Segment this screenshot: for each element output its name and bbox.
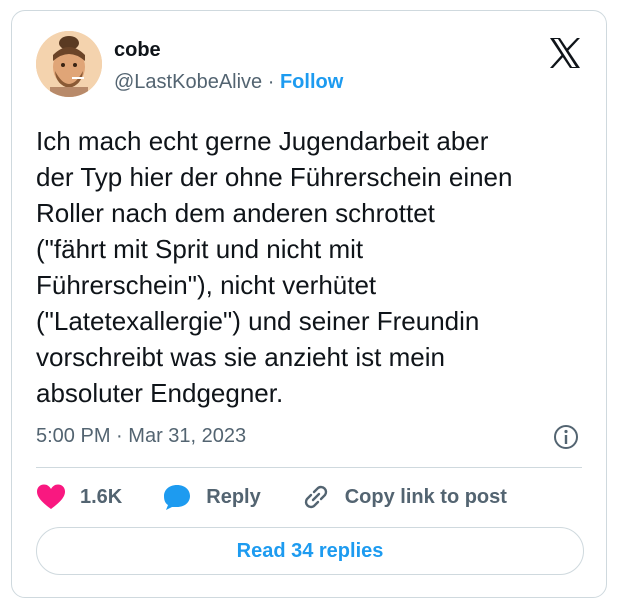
follow-button[interactable]: Follow	[280, 71, 343, 93]
action-bar: 1.6K Reply Copy link to post	[36, 481, 596, 513]
speech-bubble-icon	[164, 485, 191, 510]
tweet-card: cobe @LastKobeAlive · Follow Ich mach ec…	[11, 10, 607, 598]
avatar-image	[36, 31, 102, 97]
reply-label: Reply	[206, 485, 261, 508]
tweet-text: Ich mach echt gerne Jugendarbeit aber de…	[36, 126, 513, 408]
tweet-timestamp[interactable]: 5:00 PM · Mar 31, 2023	[36, 425, 246, 448]
like-button[interactable]: 1.6K	[36, 483, 122, 511]
divider	[36, 467, 582, 468]
info-icon[interactable]	[552, 423, 580, 451]
tweet-time: 5:00 PM	[36, 425, 111, 447]
copy-link-button[interactable]: Copy link to post	[301, 483, 507, 511]
author-name[interactable]: cobe	[114, 39, 161, 62]
handle-separator: ·	[267, 71, 275, 93]
timestamp-separator: ·	[116, 425, 123, 447]
author-handle[interactable]: @LastKobeAlive	[114, 71, 262, 93]
read-replies-label: Read 34 replies	[236, 539, 384, 562]
like-count: 1.6K	[80, 485, 123, 508]
reply-button[interactable]: Reply	[162, 483, 261, 511]
author-handle-line: @LastKobeAlive · Follow	[114, 71, 343, 94]
x-logo-icon[interactable]	[548, 37, 582, 69]
link-icon	[304, 485, 327, 509]
heart-icon	[37, 484, 65, 509]
avatar[interactable]	[36, 31, 102, 97]
tweet-date: Mar 31, 2023	[128, 425, 247, 447]
read-replies-button[interactable]: Read 34 replies	[36, 527, 584, 575]
copy-link-label: Copy link to post	[344, 485, 507, 508]
